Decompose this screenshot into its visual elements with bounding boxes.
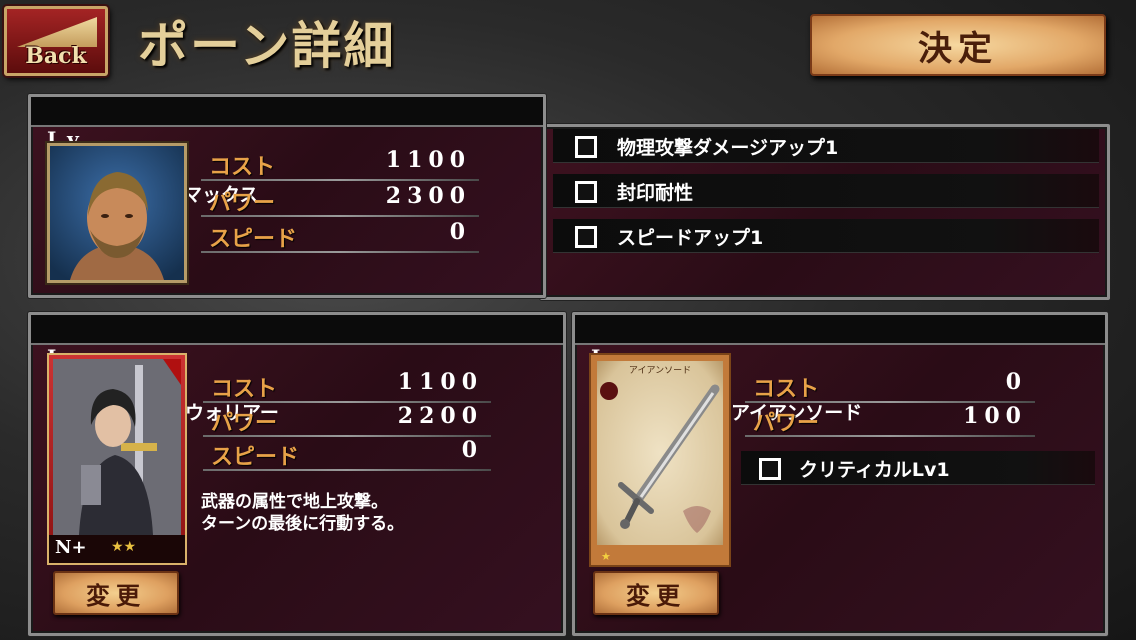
skill-name: スピードアップ1 [617,227,764,249]
weapon-card[interactable]: アイアンソード ★ [589,353,731,567]
stat-label: スピード [211,445,300,470]
stat-label: コスト [211,377,278,402]
stat-label: スピード [209,227,298,252]
divider [203,469,491,471]
change-button-label: 変更 [626,580,686,610]
pawn-panel: Lv 2 マックス コスト 1100 パワー 2300 スピード [28,94,546,298]
stat-value: 0 [449,219,471,245]
skill-bar: 封印耐性 [553,174,1099,208]
job-header: Lv 1 ウォリアー [31,315,563,424]
pawn-header: Lv 2 マックス [31,97,543,206]
stat-value: 100 [963,403,1027,429]
stat-value: 0 [1005,369,1027,395]
rarity-label: N+ [55,537,87,558]
job-description: 武器の属性で地上攻撃。 ターンの最後に行動する。 [201,492,405,534]
weapon-change-button[interactable]: 変更 [593,571,719,615]
confirm-button[interactable]: 決定 [810,14,1106,76]
skill-name: クリティカルLv1 [799,459,950,481]
stat-row-power: パワー 2200 [203,401,491,437]
skill-checkbox[interactable] [575,136,597,158]
skill-checkbox[interactable] [575,181,597,203]
skill-bar: スピードアップ1 [553,219,1099,253]
stat-label: コスト [209,155,276,180]
weapon-panel: Lv 1 アイアンソード アイアンソード ★ コスト 0 パワー 100 [572,312,1108,636]
stat-label: パワー [211,411,278,436]
stat-value: 2200 [397,403,483,429]
change-button-label: 変更 [86,580,146,610]
stat-row-power: パワー 100 [745,401,1035,437]
sword-icon [600,382,720,533]
skill-checkbox[interactable] [575,226,597,248]
skill-name: 封印耐性 [617,182,694,204]
star-icon: ★ [601,550,611,563]
job-panel: Lv 1 ウォリアー N+ ★★ コスト 1100 パワー 2200 スピード … [28,312,566,636]
back-button-label: Back [25,43,87,69]
job-card[interactable]: N+ ★★ [47,353,187,565]
weapon-card-art: アイアンソード [597,361,723,545]
stat-row-power: パワー 2300 [201,181,479,217]
stat-row-cost: コスト 1100 [203,367,491,403]
weapon-header: Lv 1 アイアンソード [575,315,1105,424]
page-title: ポーン詳細 [138,16,396,75]
warrior-image [53,359,181,535]
stat-label: コスト [753,377,820,402]
rarity-bar: N+ ★★ [49,535,185,563]
stat-row-speed: スピード 0 [203,435,491,471]
stat-row-cost: コスト 1100 [201,145,479,181]
weapon-skill-bar: クリティカルLv1 [741,451,1095,485]
stat-label: パワー [753,411,820,436]
stat-value: 2300 [385,183,471,209]
confirm-button-label: 決定 [918,28,998,69]
stat-value: 0 [461,437,483,463]
stat-label: パワー [209,191,276,216]
pawn-face-image [50,146,184,280]
stat-value: 1100 [385,147,471,173]
stat-row-cost: コスト 0 [745,367,1035,403]
skill-checkbox[interactable] [759,458,781,480]
skill-name: 物理攻撃ダメージアップ1 [617,137,839,159]
pawn-portrait [47,143,187,283]
divider [201,251,479,253]
star-icon: ★★ [111,539,137,555]
stat-row-speed: スピード 0 [201,217,479,253]
skill-bar: 物理攻撃ダメージアップ1 [553,129,1099,163]
job-change-button[interactable]: 変更 [53,571,179,615]
back-button[interactable]: Back [4,6,108,76]
divider [745,435,1035,437]
pawn-skills-panel: 物理攻撃ダメージアップ1 封印耐性 スピードアップ1 [540,124,1110,300]
stat-value: 1100 [397,369,483,395]
